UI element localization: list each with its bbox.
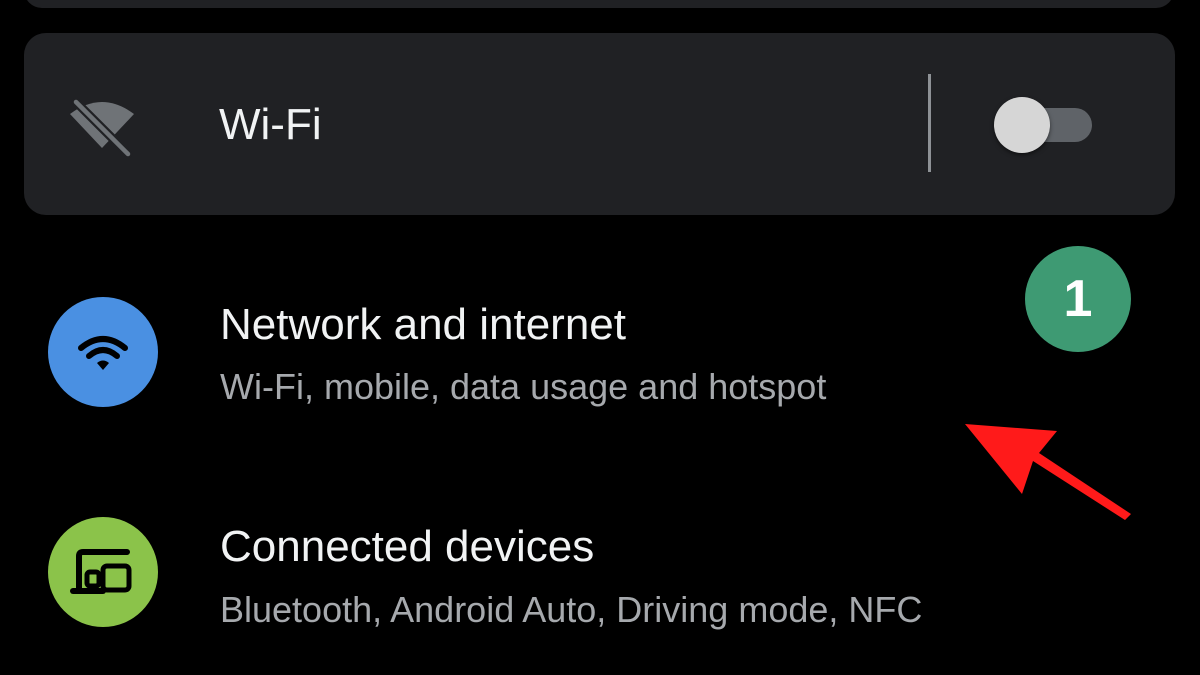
toggle-thumb bbox=[994, 97, 1050, 153]
step-number-badge: 1 bbox=[1025, 246, 1131, 352]
previous-card bbox=[24, 0, 1174, 8]
network-icon-circle bbox=[48, 297, 158, 407]
pointer-arrow-icon bbox=[955, 410, 1140, 520]
wifi-icon bbox=[78, 336, 128, 370]
item-title: Connected devices bbox=[220, 522, 595, 571]
item-title: Network and internet bbox=[220, 300, 626, 349]
wifi-toggle[interactable] bbox=[994, 97, 1092, 153]
settings-item-connected-devices[interactable]: Connected devices Bluetooth, Android Aut… bbox=[0, 505, 1200, 675]
item-subtitle: Wi-Fi, mobile, data usage and hotspot bbox=[220, 366, 827, 407]
card-divider bbox=[928, 74, 931, 172]
devices-icon-circle bbox=[48, 517, 158, 627]
wifi-label: Wi-Fi bbox=[219, 100, 322, 149]
item-subtitle: Bluetooth, Android Auto, Driving mode, N… bbox=[220, 589, 923, 630]
wifi-off-icon bbox=[66, 96, 138, 159]
devices-icon bbox=[70, 549, 132, 594]
